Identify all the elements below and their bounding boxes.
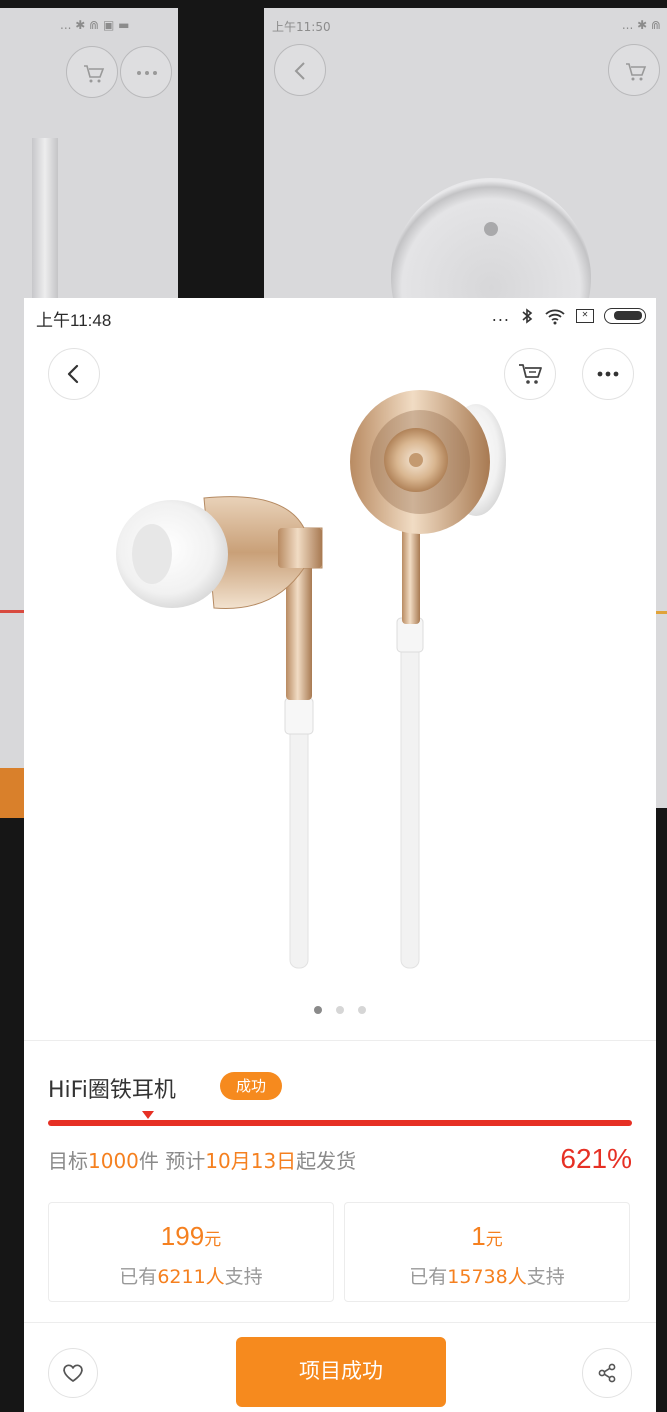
status-badge: 成功 [220,1072,283,1100]
cart-icon [626,63,647,81]
bluetooth-icon [522,307,533,324]
status-bar: 上午11:48 ... ✕ [24,298,656,336]
support-tier-card[interactable]: 1元 已有15738人支持 [344,1202,630,1302]
more-dots-icon [137,71,157,75]
background-cart-button [66,46,118,98]
tier-supporters: 已有6211人支持 [49,1262,333,1289]
chevron-left-icon [294,62,305,80]
status-icons: ... ✕ [492,306,646,325]
background-button-fragment [0,768,24,818]
cart-icon [84,65,105,83]
tier-price-value: 1 [471,1221,486,1251]
carousel-dot-3[interactable] [358,1006,366,1014]
sim-icon: ✕ [576,308,594,323]
background-progress-fragment [655,611,667,614]
funding-percent: 621% [560,1143,632,1174]
ship-suffix: 起发货 [296,1149,357,1173]
background-time: 上午11:50 [272,20,331,34]
background-cart-button [608,44,660,96]
product-title: HiFi圈铁耳机 [48,1078,176,1103]
divider [24,1040,656,1041]
background-status-icons: ... ✱ ⋒ [621,18,661,32]
funding-progress-bar [48,1120,632,1126]
support-tier-card[interactable]: 199元 已有6211人支持 [48,1202,334,1302]
goal-unit: 件 [138,1149,159,1173]
tier-price-unit: 元 [204,1230,222,1249]
goal-info: 目标1000件 预计10月13日起发货 [48,1145,356,1174]
heart-icon [63,1364,83,1382]
signal-dots-icon: ... [491,306,510,325]
carousel-dot-2[interactable] [336,1006,344,1014]
background-product-detail [484,222,498,236]
tier-support-suffix: 支持 [224,1266,263,1288]
tier-price: 1元 [345,1221,629,1252]
project-status-button[interactable]: 项目成功 [236,1337,446,1407]
share-button[interactable] [582,1348,632,1398]
background-status-icons: ... ✱ ⋒ ▣ ▬ [60,18,130,32]
goal-prefix: 目标 [48,1149,88,1173]
tier-supporter-count: 6211人 [157,1266,225,1288]
favorite-button[interactable] [48,1348,98,1398]
tier-price-value: 199 [160,1221,205,1251]
share-icon [598,1363,616,1383]
tier-support-prefix: 已有 [119,1266,158,1288]
product-image[interactable] [24,378,656,998]
background-progress-fragment [0,610,24,613]
background-more-button [120,46,172,98]
product-detail-screen: 上午11:48 ... ✕ HiFi圈铁耳机 成功 目标1000件 预计10月1… [24,298,656,1412]
status-time: 上午11:48 [36,311,112,330]
goal-count: 1000 [88,1149,139,1173]
battery-icon [604,307,646,324]
tier-supporter-count: 15738人 [447,1266,527,1288]
tier-price-unit: 元 [485,1230,503,1249]
ship-prefix: 预计 [165,1149,206,1173]
bottom-action-bar: 项目成功 [24,1322,656,1412]
background-product-fragment [32,138,58,318]
progress-marker [142,1111,154,1119]
carousel-indicator[interactable] [24,1006,656,1014]
tier-support-prefix: 已有 [409,1266,448,1288]
tier-support-suffix: 支持 [526,1266,565,1288]
tier-supporters: 已有15738人支持 [345,1262,629,1289]
wifi-icon [545,309,565,324]
tier-price: 199元 [49,1221,333,1252]
carousel-dot-1[interactable] [314,1006,322,1014]
background-back-button [274,44,326,96]
ship-date: 10月13日 [205,1149,297,1173]
